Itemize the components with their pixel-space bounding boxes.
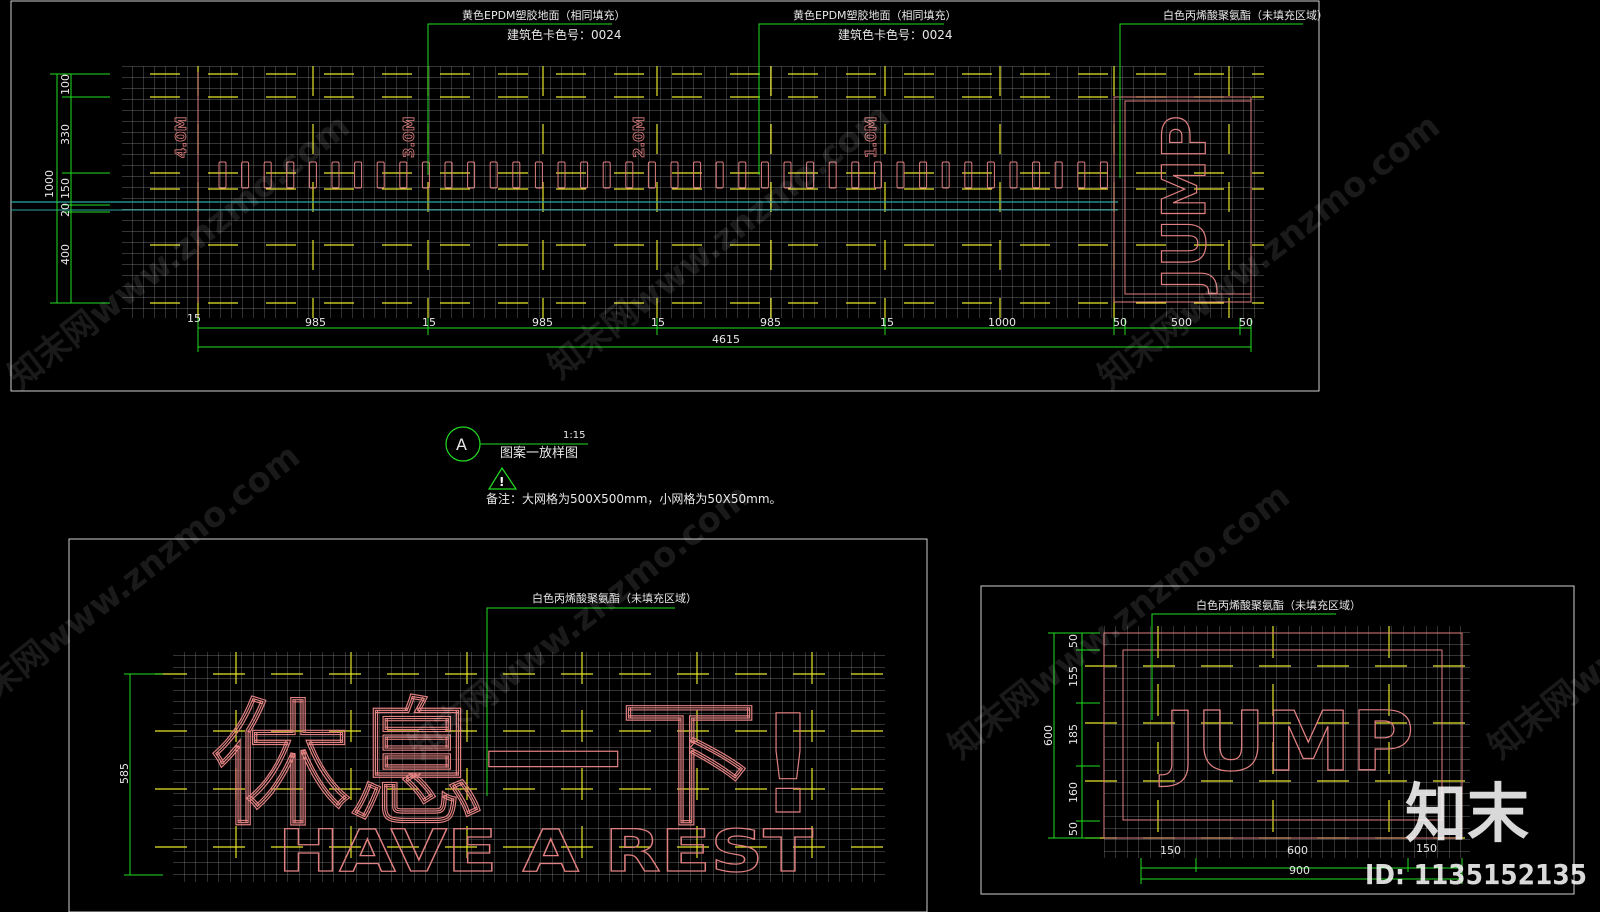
dim-label: 100 <box>59 74 72 95</box>
dim-label: 20 <box>59 203 72 217</box>
dim-label: 50 <box>1239 316 1253 329</box>
bottom-left-english-text: HAVE A REST <box>278 817 814 885</box>
dim-label: 150 <box>59 178 72 199</box>
callout-text: 建筑色卡色号：0024 <box>507 27 622 42</box>
dim-label: 15 <box>187 312 201 325</box>
dim-label: 4615 <box>712 333 740 346</box>
dim-label: 330 <box>59 124 72 145</box>
dim-label: 985 <box>305 316 326 329</box>
callout-text: 建筑色卡色号：0024 <box>838 27 953 42</box>
top-panel: 4.0M 3.0M 2.0M 1.0M JUMP 黄色EPDM塑胶地面（相同填充… <box>10 0 1328 392</box>
section-letter: A <box>456 435 467 454</box>
dim-label: 150 <box>1160 844 1181 857</box>
callout-text: 黄色EPDM塑胶地面（相同填充） <box>462 8 626 22</box>
dim-label: 585 <box>118 763 131 784</box>
dim-label: 985 <box>532 316 553 329</box>
dim-label: 185 <box>1067 724 1080 745</box>
section-scale: 1:15 <box>563 430 585 441</box>
top-jump-word: JUMP <box>1150 115 1220 294</box>
dim-label: 15 <box>422 316 436 329</box>
dim-label: 160 <box>1067 782 1080 803</box>
distance-mark: 2.0M <box>630 117 648 159</box>
distance-mark: 3.0M <box>400 117 418 159</box>
dim-label: 600 <box>1042 725 1055 746</box>
dim-label: 1000 <box>988 316 1016 329</box>
watermark-text: 知末网www.znzmo.com <box>1481 476 1600 767</box>
watermark-brand: 知末 <box>1405 778 1529 852</box>
callout-text: 白色丙烯酸聚氨酯（未填充区域） <box>1163 8 1328 22</box>
bottom-right-jump-word: JUMP <box>1159 695 1414 790</box>
callout-text: 黄色EPDM塑胶地面（相同填充） <box>793 8 957 22</box>
dim-label: 900 <box>1289 864 1310 877</box>
top-left-dimensions: 1000 100 330 150 20 400 <box>43 73 110 304</box>
bottom-left-panel: 休息一下! HAVE A REST 白色丙烯酸聚氨酯（未填充区域） 585 <box>68 538 928 912</box>
warning-glyph: ! <box>499 475 504 489</box>
callout-text: 白色丙烯酸聚氨酯（未填充区域） <box>1196 598 1361 612</box>
dim-label: 400 <box>59 244 72 265</box>
dim-label: 1000 <box>43 170 56 198</box>
dim-label: 600 <box>1287 844 1308 857</box>
dim-label: 50 <box>1067 822 1080 836</box>
distance-mark: 4.0M <box>172 117 190 159</box>
dim-label: 15 <box>880 316 894 329</box>
dim-label: 985 <box>760 316 781 329</box>
section-title: 图案一放样图 <box>500 446 578 461</box>
cad-drawing-canvas: 4.0M 3.0M 2.0M 1.0M JUMP 黄色EPDM塑胶地面（相同填充… <box>0 0 1600 912</box>
dim-label: 50 <box>1113 316 1127 329</box>
bottom-left-dimensions: 585 <box>118 673 163 876</box>
watermark-id: ID: 1135152135 <box>1365 858 1587 891</box>
